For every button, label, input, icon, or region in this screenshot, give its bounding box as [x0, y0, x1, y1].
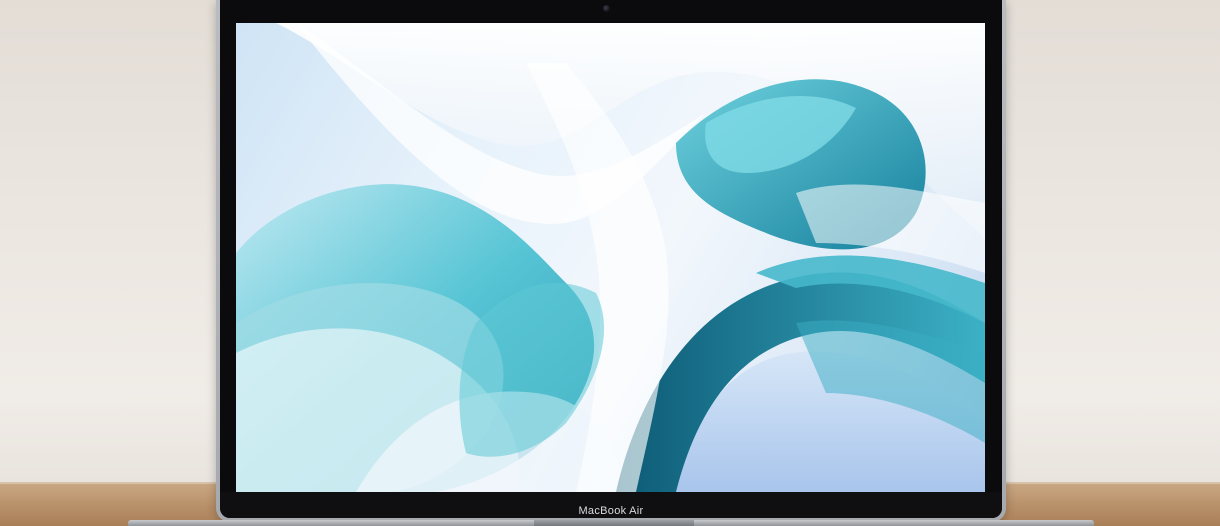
- device-label: MacBook Air: [578, 505, 644, 517]
- camera-icon: [603, 5, 610, 12]
- hinge-notch: [534, 520, 694, 526]
- screen-wallpaper: [236, 23, 985, 492]
- laptop: MacBook Air: [128, 0, 1094, 526]
- wallpaper-waves: [236, 23, 985, 492]
